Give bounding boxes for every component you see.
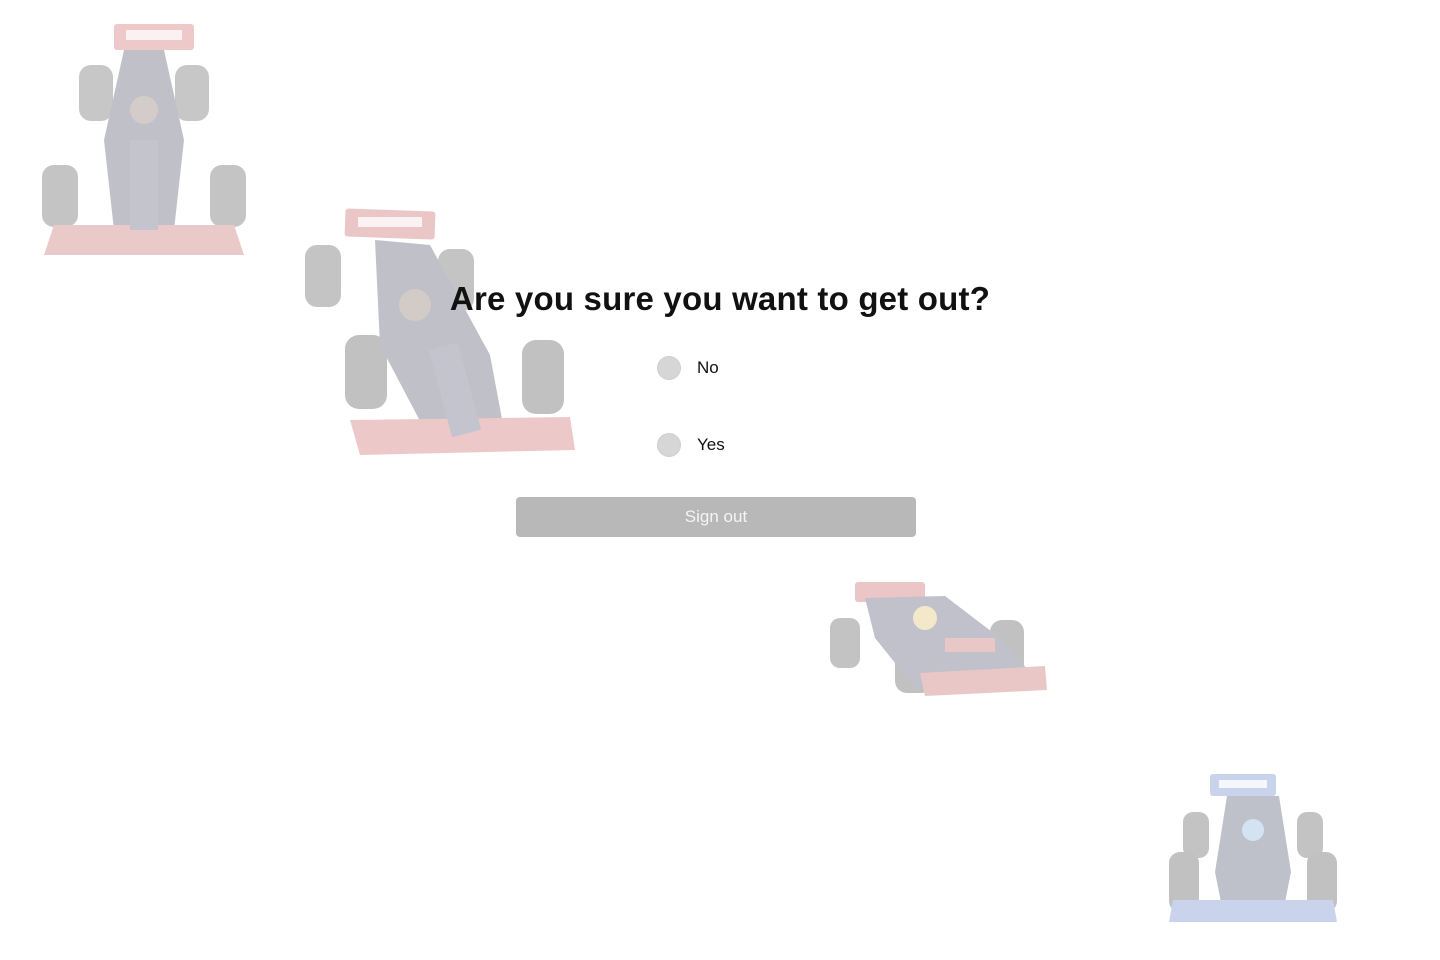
- option-yes[interactable]: Yes: [657, 433, 725, 457]
- option-no[interactable]: No: [657, 356, 719, 380]
- page-title: Are you sure you want to get out?: [449, 280, 991, 317]
- radio-no[interactable]: [657, 356, 681, 380]
- option-yes-label: Yes: [697, 435, 725, 454]
- sign-out-dialog: Are you sure you want to get out? No Yes…: [0, 0, 1440, 960]
- sign-out-page: Are you sure you want to get out? No Yes…: [0, 0, 1440, 960]
- option-no-label: No: [697, 358, 719, 377]
- sign-out-button[interactable]: Sign out: [516, 497, 916, 537]
- radio-yes[interactable]: [657, 433, 681, 457]
